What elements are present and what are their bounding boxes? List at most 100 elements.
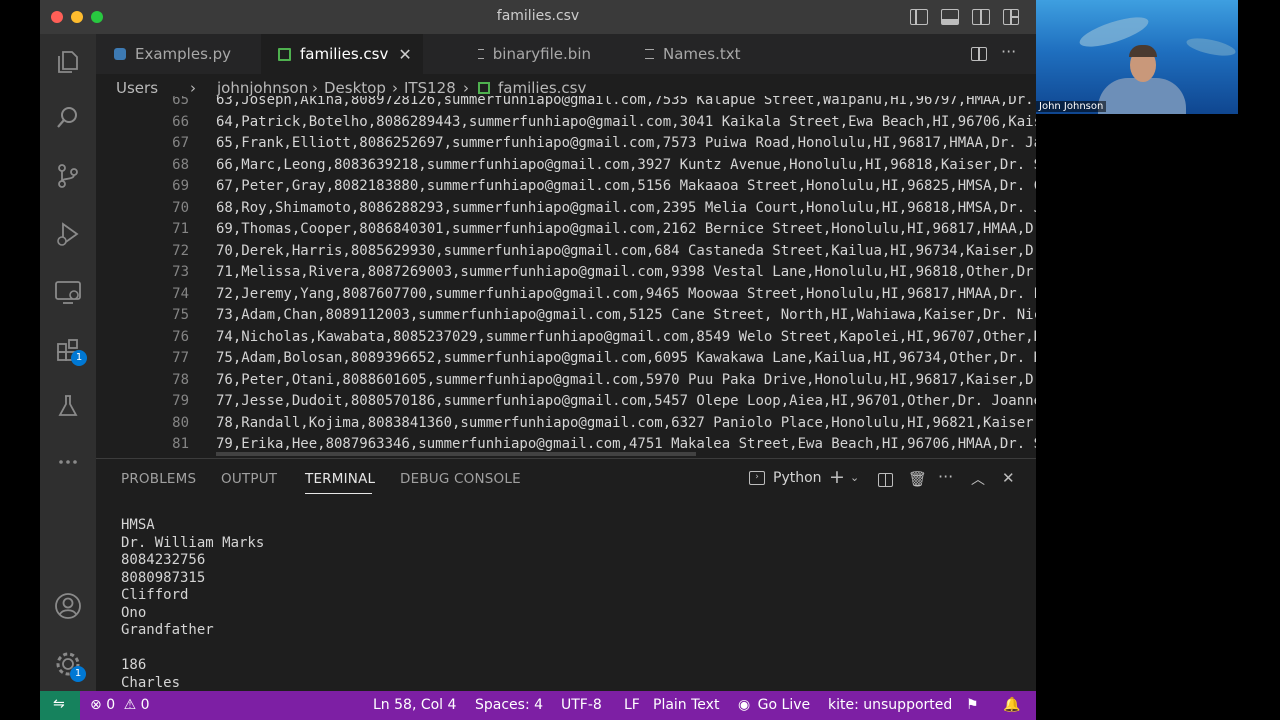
terminal-profile[interactable]: › Python	[749, 470, 822, 486]
tab-terminal[interactable]: TERMINAL	[305, 471, 375, 487]
tab-label: Examples.py	[135, 45, 232, 63]
language-mode[interactable]: Plain Text	[653, 697, 719, 713]
editor-line[interactable]: 76 74,Nicholas,Kawabata,8085237029,summer…	[96, 327, 1036, 349]
line-text: 73,Adam,Chan,8089112003,summerfunhiapo@g…	[216, 307, 1036, 323]
breadcrumb-item[interactable]: families.csv	[498, 79, 586, 97]
editor-line[interactable]: 75 73,Adam,Chan,8089112003,summerfunhiapo…	[96, 305, 1036, 327]
tab-families-csv[interactable]: families.csv ✕	[261, 34, 423, 74]
more-views-icon[interactable]	[40, 440, 96, 484]
terminal-line: HMSA	[121, 517, 155, 533]
line-number: 70	[172, 199, 189, 216]
toggle-panel-icon[interactable]	[941, 9, 959, 25]
source-control-icon[interactable]	[40, 154, 96, 198]
go-live-button[interactable]: ◉ Go Live	[738, 697, 810, 713]
line-text: 70,Derek,Harris,8085629930,summerfunhiap…	[216, 242, 1036, 259]
toggle-primary-sidebar-icon[interactable]	[910, 9, 928, 25]
terminal-line: Ono	[121, 604, 147, 621]
participant-name: John Johnson	[1036, 101, 1107, 112]
feedback-icon[interactable]: ⚑	[966, 697, 979, 713]
split-terminal-icon[interactable]	[878, 473, 893, 487]
editor-line[interactable]: 65 63,Joseph,Akina,8089728126,summerfunhi…	[96, 96, 1036, 112]
tab-examples-py[interactable]: Examples.py	[96, 34, 259, 74]
notifications-bell-icon[interactable]: 🔔	[1003, 697, 1020, 713]
terminal-line: 8084232756	[121, 552, 206, 568]
end-of-line[interactable]: LF	[624, 697, 640, 713]
accounts-icon[interactable]	[40, 584, 96, 628]
run-and-debug-icon[interactable]	[40, 212, 96, 256]
warning-count: 0	[140, 697, 150, 713]
line-number: 76	[172, 328, 189, 345]
tab-output[interactable]: OUTPUT	[221, 471, 277, 487]
line-text: 77,Jesse,Dudoit,8080570186,summerfunhiap…	[216, 393, 1036, 409]
toggle-secondary-sidebar-icon[interactable]	[972, 9, 990, 25]
line-number: 72	[172, 242, 189, 259]
error-count: 0	[106, 697, 116, 713]
line-number: 75	[172, 307, 189, 323]
close-panel-icon[interactable]: ✕	[1002, 469, 1015, 487]
breadcrumb-item[interactable]: ITS128	[404, 79, 456, 97]
status-bar: ⇋ ⊗ 0 ⚠ 0 Ln 58, Col 4 Spaces: 4 UTF-8 L…	[40, 691, 1036, 720]
search-icon[interactable]	[40, 96, 96, 140]
window-title: families.csv	[496, 8, 580, 24]
editor-line[interactable]: 70 68,Roy,Shimamoto,8086288293,summerfunh…	[96, 198, 1036, 220]
line-number: 67	[172, 135, 189, 151]
editor-line[interactable]: 79 77,Jesse,Dudoit,8080570186,summerfunhi…	[96, 391, 1036, 413]
customize-layout-icon[interactable]	[1003, 9, 1019, 25]
indentation[interactable]: Spaces: 4	[475, 697, 543, 713]
kite-status[interactable]: kite: unsupported	[828, 697, 952, 713]
cursor-position[interactable]: Ln 58, Col 4	[373, 697, 456, 713]
editor-line[interactable]: 69 67,Peter,Gray,8082183880,summerfunhiap…	[96, 176, 1036, 198]
breadcrumb-item[interactable]: Desktop	[324, 79, 386, 97]
line-number: 79	[172, 393, 189, 409]
more-actions-icon[interactable]: ···	[1001, 42, 1016, 61]
editor-line[interactable]: 80 78,Randall,Kojima,8083841360,summerfun…	[96, 413, 1036, 435]
encoding[interactable]: UTF-8	[561, 697, 602, 713]
line-text: 69,Thomas,Cooper,8086840301,summerfunhia…	[216, 221, 1036, 237]
breadcrumb-item[interactable]: Users	[116, 79, 158, 97]
problems-status[interactable]: ⊗ 0 ⚠ 0	[90, 697, 150, 713]
editor-line[interactable]: 77 75,Adam,Bolosan,8089396652,summerfunhi…	[96, 348, 1036, 370]
line-number: 73	[172, 264, 189, 280]
text-file-icon	[645, 49, 654, 59]
chevron-right-icon: ›	[392, 79, 398, 97]
line-text: 68,Roy,Shimamoto,8086288293,summerfunhia…	[216, 199, 1036, 216]
chevron-down-icon[interactable]: ⌄	[850, 471, 859, 484]
testing-icon[interactable]	[40, 384, 96, 428]
manage-gear-icon[interactable]: 1	[40, 642, 96, 686]
editor-line[interactable]: 66 64,Patrick,Botelho,8086289443,summerfu…	[96, 112, 1036, 134]
editor-line[interactable]: 68 66,Marc,Leong,8083639218,summerfunhiap…	[96, 155, 1036, 177]
split-editor-icon[interactable]	[971, 47, 987, 61]
terminal-icon: ›	[749, 471, 765, 485]
line-text: 64,Patrick,Botelho,8086289443,summerfunh…	[216, 113, 1036, 130]
breadcrumb-item[interactable]: johnjohnson	[217, 79, 308, 97]
maximize-panel-icon[interactable]: ︿	[971, 469, 985, 489]
editor-line[interactable]: 72 70,Derek,Harris,8085629930,summerfunhi…	[96, 241, 1036, 263]
editor-line[interactable]: 74 72,Jeremy,Yang,8087607700,summerfunhia…	[96, 284, 1036, 306]
explorer-icon[interactable]	[40, 40, 96, 84]
tab-binaryfile-bin[interactable]: binaryfile.bin	[426, 34, 591, 74]
remote-explorer-icon[interactable]	[40, 270, 96, 314]
terminal-output[interactable]: HMSA Dr. William Marks 8084232756 808098…	[121, 517, 264, 692]
editor-line[interactable]: 73 71,Melissa,Rivera,8087269003,summerfun…	[96, 262, 1036, 284]
close-tab-icon[interactable]: ✕	[398, 45, 411, 64]
trash-icon[interactable]: 🗑	[908, 470, 927, 488]
line-text: 79,Erika,Hee,8087963346,summerfunhiapo@g…	[216, 436, 1036, 452]
editor-line[interactable]: 71 69,Thomas,Cooper,8086840301,summerfunh…	[96, 219, 1036, 241]
vscode-window: families.csv 1 1 Examples.py families.cs…	[40, 0, 1036, 720]
line-number: 81	[172, 436, 189, 452]
tab-debug-console[interactable]: DEBUG CONSOLE	[400, 471, 521, 487]
editor-line[interactable]: 67 65,Frank,Elliott,8086252697,summerfunh…	[96, 133, 1036, 155]
horizontal-scrollbar[interactable]	[216, 452, 696, 456]
extensions-icon[interactable]: 1	[40, 328, 96, 372]
tab-problems[interactable]: PROBLEMS	[121, 471, 196, 487]
code-editor[interactable]: 65 63,Joseph,Akina,8089728126,summerfunhi…	[96, 96, 1036, 458]
more-actions-icon[interactable]: ···	[938, 467, 953, 486]
chevron-right-icon: ›	[190, 79, 196, 97]
editor-line[interactable]: 78 76,Peter,Otani,8088601605,summerfunhia…	[96, 370, 1036, 392]
new-terminal-icon[interactable]: +	[829, 466, 845, 488]
warning-icon: ⚠	[123, 697, 137, 713]
remote-indicator[interactable]: ⇋	[40, 691, 80, 720]
tab-names-txt[interactable]: Names.txt	[593, 34, 756, 74]
line-text: 74,Nicholas,Kawabata,8085237029,summerfu…	[216, 328, 1036, 345]
